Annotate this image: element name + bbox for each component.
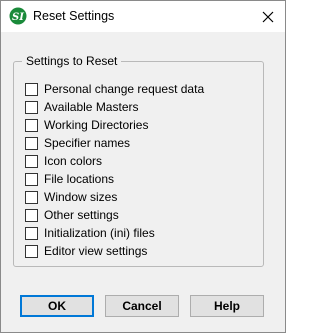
option-window-sizes[interactable]: Window sizes xyxy=(25,188,204,206)
option-other-settings[interactable]: Other settings xyxy=(25,206,204,224)
option-editor-view-settings[interactable]: Editor view settings xyxy=(25,242,204,260)
window-title: Reset Settings xyxy=(33,9,115,23)
checkbox[interactable] xyxy=(25,172,38,186)
option-label: Specifier names xyxy=(44,136,131,150)
ok-button[interactable]: OK xyxy=(20,295,94,317)
option-initialization-files[interactable]: Initialization (ini) files xyxy=(25,224,204,242)
group-label: Settings to Reset xyxy=(22,54,122,68)
settings-to-reset-group: Settings to Reset Personal change reques… xyxy=(13,54,264,267)
option-label: Personal change request data xyxy=(44,82,205,96)
checkbox[interactable] xyxy=(25,136,38,150)
close-button[interactable] xyxy=(251,1,285,32)
checkbox[interactable] xyxy=(25,208,38,222)
option-label: File locations xyxy=(44,172,115,186)
checkbox[interactable] xyxy=(25,118,38,132)
si-app-icon: SI xyxy=(9,7,27,25)
option-file-locations[interactable]: File locations xyxy=(25,170,204,188)
option-icon-colors[interactable]: Icon colors xyxy=(25,152,204,170)
help-button[interactable]: Help xyxy=(190,295,264,317)
option-available-masters[interactable]: Available Masters xyxy=(25,98,204,116)
option-label: Working Directories xyxy=(44,118,149,132)
checkbox[interactable] xyxy=(25,226,38,240)
option-specifier-names[interactable]: Specifier names xyxy=(25,134,204,152)
settings-options-list: Personal change request data Available M… xyxy=(25,80,204,260)
reset-settings-dialog: SI Reset Settings Settings to Reset Pers… xyxy=(0,0,286,333)
option-label: Icon colors xyxy=(44,154,103,168)
close-icon xyxy=(262,11,274,22)
option-working-directories[interactable]: Working Directories xyxy=(25,116,204,134)
checkbox[interactable] xyxy=(25,100,38,114)
cancel-button[interactable]: Cancel xyxy=(105,295,179,317)
option-label: Available Masters xyxy=(44,100,139,114)
option-personal-change-request-data[interactable]: Personal change request data xyxy=(25,80,204,98)
title-bar[interactable]: SI Reset Settings xyxy=(1,1,285,32)
checkbox[interactable] xyxy=(25,190,38,204)
option-label: Initialization (ini) files xyxy=(44,226,155,240)
checkbox[interactable] xyxy=(25,154,38,168)
checkbox[interactable] xyxy=(25,82,38,96)
option-label: Window sizes xyxy=(44,190,118,204)
svg-text:SI: SI xyxy=(12,12,24,23)
checkbox[interactable] xyxy=(25,244,38,258)
option-label: Other settings xyxy=(44,208,119,222)
option-label: Editor view settings xyxy=(44,244,148,258)
